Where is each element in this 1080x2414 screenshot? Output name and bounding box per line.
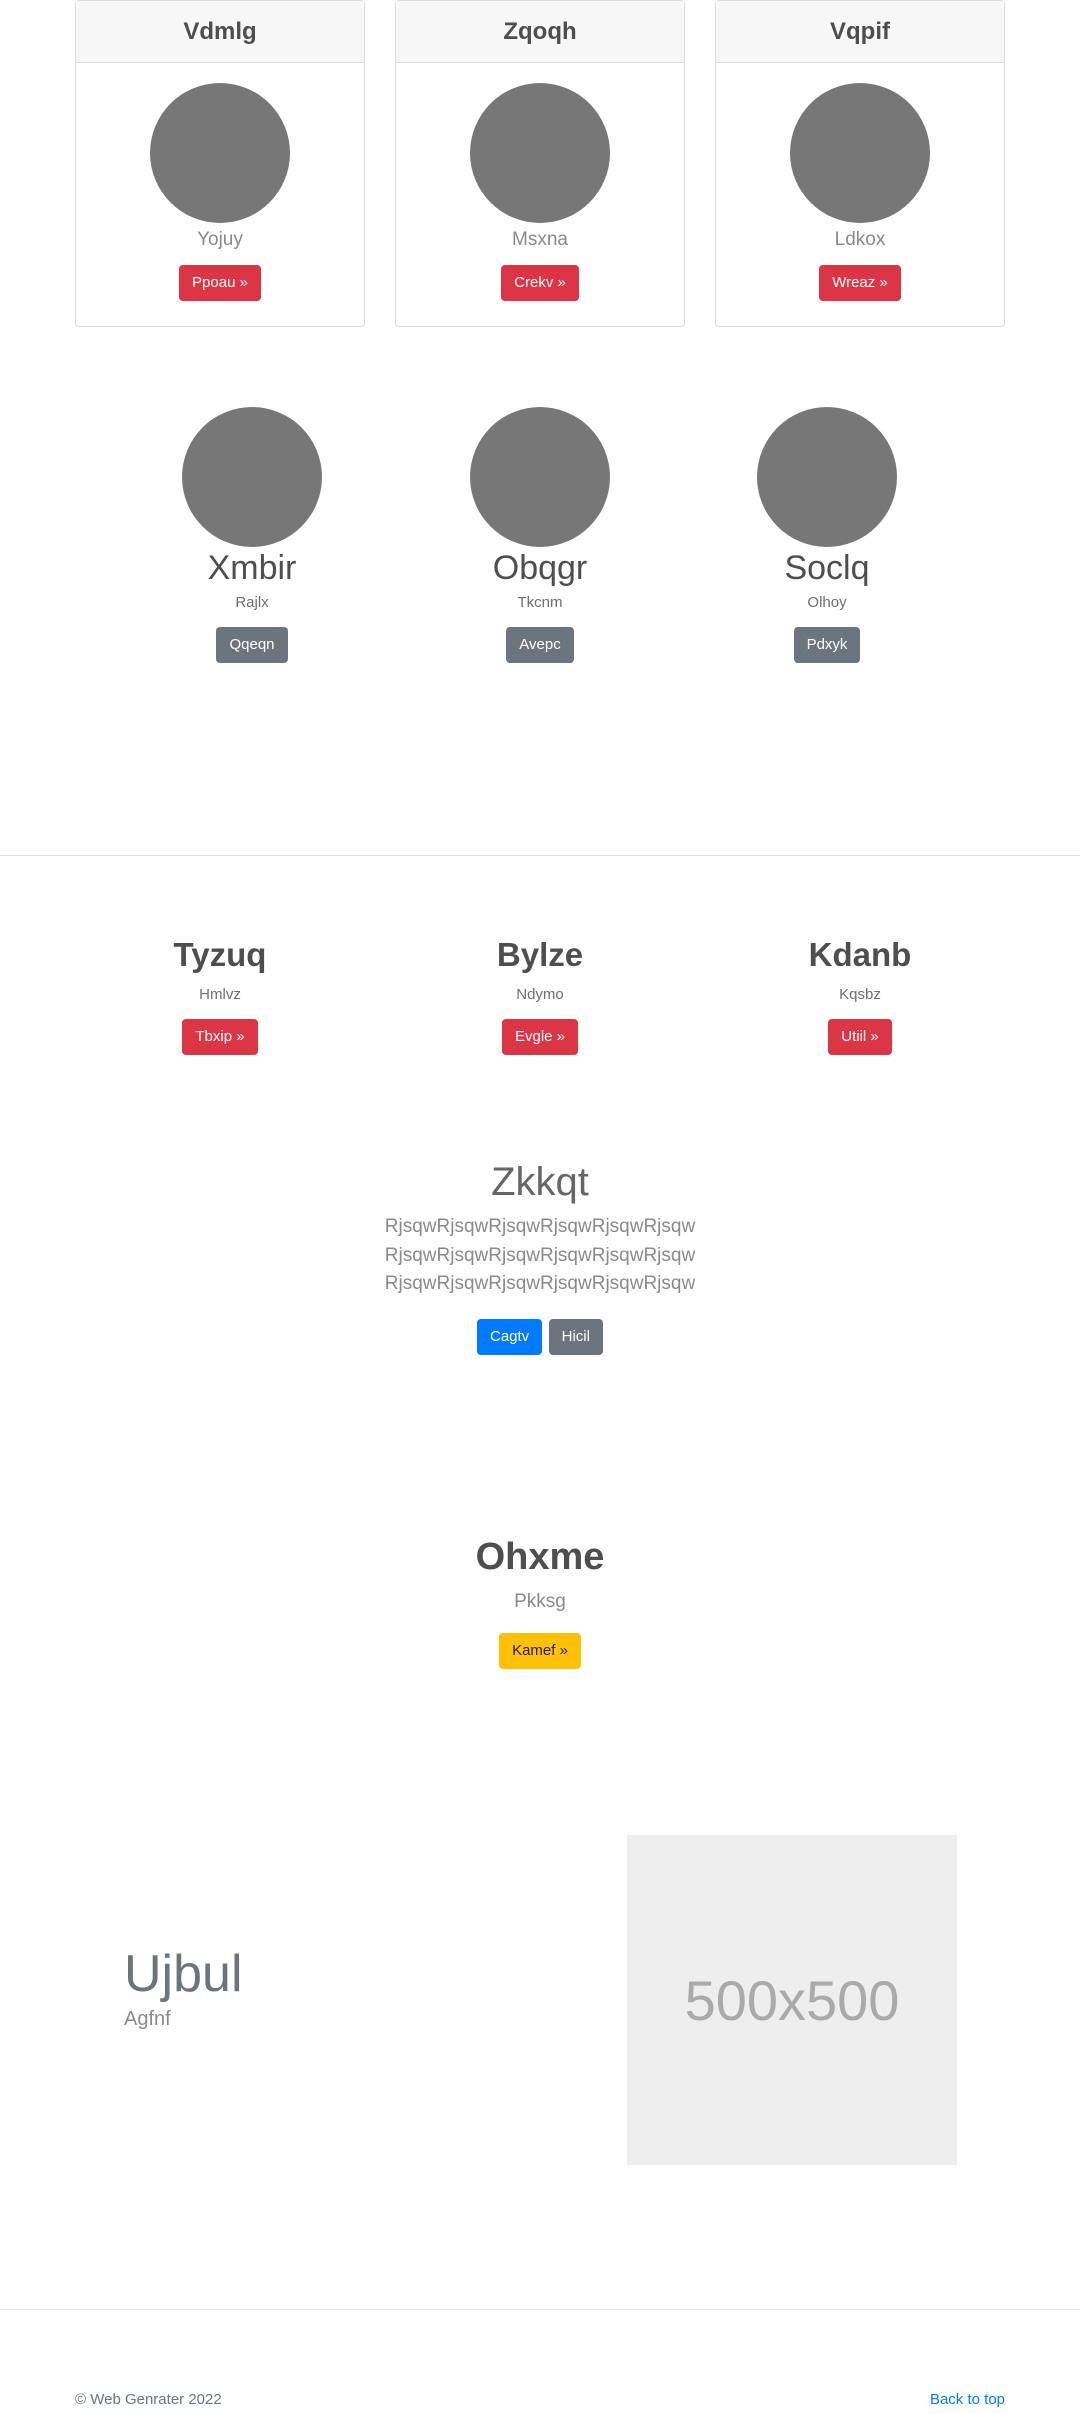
column-subtitle: Kqsbz — [839, 986, 881, 1003]
card-title: Zqoqh — [396, 1, 684, 63]
team-member-role: Olhoy — [807, 594, 847, 611]
column-button[interactable]: Tbxip » — [182, 1019, 258, 1055]
avatar — [470, 407, 610, 547]
team-member-name: Xmbir — [207, 549, 297, 587]
card-subtitle: Ldkox — [834, 229, 886, 250]
card-1: Vdmlg Yojuy Ppoau » — [75, 0, 365, 327]
column-subtitle: Hmlvz — [199, 986, 241, 1003]
hero-title: Zkkqt — [491, 1160, 589, 1204]
footer-copyright: © Web Genrater 2022 — [75, 2391, 222, 2408]
hero-primary-button[interactable]: Cagtv — [477, 1318, 543, 1355]
card-button[interactable]: Wreaz » — [819, 265, 901, 301]
card-3: Vqpif Ldkox Wreaz » — [715, 0, 1005, 327]
column-1: Tyzuq Hmlvz Tbxip » — [80, 936, 360, 1055]
avatar — [790, 83, 930, 223]
card-subtitle: Msxna — [512, 229, 568, 250]
avatar — [150, 83, 290, 223]
avatar — [182, 407, 322, 547]
team-member-2: Obqgr Tkcnm Avepc — [420, 407, 660, 663]
column-title: Tyzuq — [173, 936, 267, 973]
card-2: Zqoqh Msxna Crekv » — [395, 0, 685, 327]
team-member-button[interactable]: Avepc — [506, 627, 574, 663]
back-to-top-link[interactable]: Back to top — [930, 2391, 1005, 2408]
team-member-button[interactable]: Pdxyk — [793, 627, 861, 663]
column-2: Bylze Ndymo Evgle » — [400, 936, 680, 1055]
callout-title: Ohxme — [475, 1536, 605, 1578]
hero-text: RjsqwRjsqwRjsqwRjsqwRjsqwRjsqw RjsqwRjsq… — [384, 1216, 696, 1294]
card-button[interactable]: Ppoau » — [179, 265, 261, 301]
callout-subtitle: Pkksg — [514, 1591, 566, 1612]
column-3: Kdanb Kqsbz Utiil » — [720, 936, 1000, 1055]
card-button[interactable]: Crekv » — [501, 265, 579, 301]
team-member-name: Obqgr — [492, 549, 588, 587]
team-member-3: Soclq Olhoy Pdxyk — [707, 407, 947, 663]
column-button[interactable]: Utiil » — [828, 1019, 892, 1055]
card-title: Vdmlg — [76, 1, 364, 63]
team-member-role: Tkcnm — [517, 594, 563, 611]
placeholder-image: 500x500 — [627, 1835, 957, 2165]
team-member-button[interactable]: Qqeqn — [216, 627, 288, 663]
callout-section: Ohxme Pkksg Kamef » — [0, 1536, 1080, 1669]
hero-section: Zkkqt RjsqwRjsqwRjsqwRjsqwRjsqwRjsqw Rjs… — [0, 1160, 1080, 1355]
avatar — [757, 407, 897, 547]
footer-divider — [0, 2309, 1080, 2310]
column-subtitle: Ndymo — [516, 986, 564, 1003]
avatar — [470, 83, 610, 223]
card-title: Vqpif — [716, 1, 1004, 63]
team-member-1: Xmbir Rajlx Qqeqn — [132, 407, 372, 663]
column-button[interactable]: Evgle » — [501, 1019, 579, 1055]
feature-subtitle: Agfnf — [124, 2008, 171, 2030]
callout-button[interactable]: Kamef » — [499, 1633, 581, 1669]
column-title: Kdanb — [808, 936, 912, 973]
team-member-name: Soclq — [784, 549, 870, 587]
card-subtitle: Yojuy — [197, 229, 243, 250]
team-member-role: Rajlx — [235, 594, 269, 611]
section-divider — [0, 855, 1080, 856]
feature-title: Ujbul — [124, 1945, 243, 2003]
hero-secondary-button[interactable]: Hicil — [548, 1318, 603, 1355]
column-title: Bylze — [496, 936, 584, 973]
